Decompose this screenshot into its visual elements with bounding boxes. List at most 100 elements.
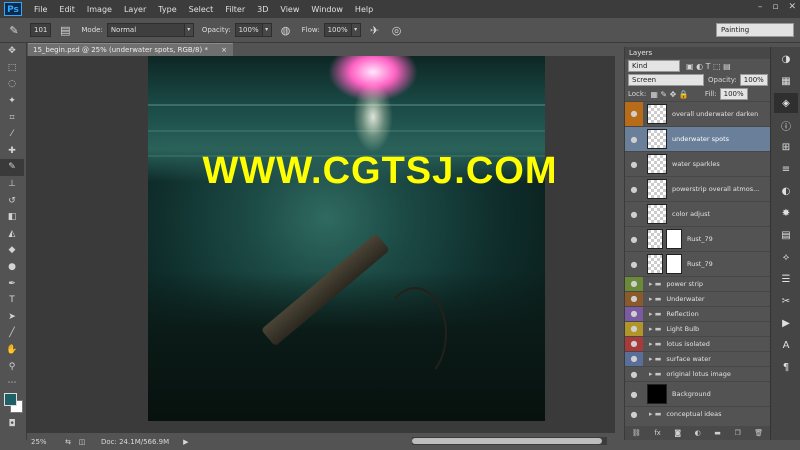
scrollbar-thumb[interactable]	[412, 438, 602, 444]
eye-icon[interactable]: ●	[625, 307, 643, 321]
more-tools-icon[interactable]: ⋯	[0, 375, 24, 392]
brush-tool-icon[interactable]: ✎	[0, 159, 24, 176]
menu-type[interactable]: Type	[152, 5, 182, 14]
paths-panel-icon[interactable]: ⟡	[774, 247, 798, 267]
character-panel-icon[interactable]: A	[774, 335, 798, 355]
menu-filter[interactable]: Filter	[219, 5, 251, 14]
filter-icons[interactable]: ▣ ◐ T ⬚ ▤	[686, 62, 731, 71]
brush-tool-icon[interactable]: ✎	[6, 22, 22, 38]
group-row[interactable]: ● ▸ ▬ Underwater	[625, 291, 770, 306]
group-row[interactable]: ● ▸ ▬ power strip	[625, 276, 770, 291]
menu-help[interactable]: Help	[349, 5, 379, 14]
group-row[interactable]: ● ▸ ▬ original lotus image	[625, 366, 770, 381]
history-brush-tool-icon[interactable]: ↺	[0, 192, 24, 209]
eye-icon[interactable]: ●	[625, 185, 643, 194]
close-icon[interactable]: ×	[221, 44, 227, 56]
menu-select[interactable]: Select	[183, 5, 220, 14]
dodge-tool-icon[interactable]: ●	[0, 259, 24, 276]
group-row[interactable]: ● ▸ ▬ surface water	[625, 351, 770, 366]
menu-image[interactable]: Image	[81, 5, 118, 14]
eye-icon[interactable]: ●	[625, 322, 643, 336]
channels-panel-icon[interactable]: ▤	[774, 225, 798, 245]
paint-bucket-tool-icon[interactable]: ◭	[0, 226, 24, 243]
link-icon[interactable]: ⛓	[632, 429, 641, 437]
document-tab[interactable]: 15_begin.psd @ 25% (underwater spots, RG…	[28, 43, 233, 56]
mask-icon[interactable]: ◙	[674, 429, 681, 437]
zoom-tool-icon[interactable]: ⚲	[0, 358, 24, 375]
folder-icon[interactable]: ▸ ▬	[649, 325, 661, 333]
foreground-color-swatch[interactable]	[4, 393, 17, 407]
hand-tool-icon[interactable]: ✋	[0, 342, 24, 359]
mode-select[interactable]: Normal	[106, 23, 185, 37]
history-panel-icon[interactable]: ⊞	[774, 137, 798, 157]
flow-field[interactable]: 100%	[323, 23, 352, 37]
layers-tab[interactable]: Layers	[625, 47, 770, 59]
opacity-field[interactable]: 100%	[739, 74, 768, 86]
folder-icon[interactable]: ▬	[714, 429, 721, 437]
quick-mask-icon[interactable]: ◘	[0, 415, 24, 432]
folder-icon[interactable]: ▸ ▬	[649, 310, 661, 318]
zoom-level[interactable]: 25%	[27, 438, 61, 446]
color-swatches[interactable]	[0, 391, 24, 415]
layer-row-selected[interactable]: ● underwater spots	[625, 126, 770, 151]
menu-layer[interactable]: Layer	[118, 5, 152, 14]
folder-icon[interactable]: ▸ ▬	[649, 410, 661, 418]
eyedropper-tool-icon[interactable]: ⁄	[0, 126, 24, 143]
blur-tool-icon[interactable]: ◆	[0, 242, 24, 259]
eye-icon[interactable]: ●	[625, 102, 643, 126]
lock-icons[interactable]: ▦ ✎ ✥ 🔒	[650, 90, 689, 99]
brush-presets-icon[interactable]: ≡	[774, 159, 798, 179]
info-icon[interactable]: ◫	[75, 438, 89, 446]
chevron-down-icon[interactable]: ▾	[350, 23, 361, 37]
line-tool-icon[interactable]: ╱	[0, 325, 24, 342]
adjustment-icon[interactable]: ◐	[695, 429, 701, 437]
opacity-field[interactable]: 100%	[234, 23, 263, 37]
fx-icon[interactable]: fx	[654, 429, 661, 437]
layer-row[interactable]: ● color adjust	[625, 201, 770, 226]
eye-icon[interactable]: ●	[625, 370, 643, 379]
layer-row[interactable]: ● Rust_79	[625, 226, 770, 251]
properties-panel-icon[interactable]: ☰	[774, 269, 798, 289]
tool-presets-icon[interactable]: ✂	[774, 291, 798, 311]
menu-edit[interactable]: Edit	[53, 5, 81, 14]
healing-brush-tool-icon[interactable]: ✚	[0, 143, 24, 160]
eye-icon[interactable]: ●	[625, 235, 643, 244]
eye-icon[interactable]: ●	[625, 160, 643, 169]
eye-icon[interactable]: ●	[625, 260, 643, 269]
maximize-button[interactable]: ▫	[772, 2, 778, 12]
menu-3d[interactable]: 3D	[251, 5, 274, 14]
adjustments-panel-icon[interactable]: ◐	[774, 181, 798, 201]
group-row[interactable]: ● ▸ ▬ lotus isolated	[625, 336, 770, 351]
folder-icon[interactable]: ▸ ▬	[649, 295, 661, 303]
eye-icon[interactable]: ●	[625, 352, 643, 366]
info-panel-icon[interactable]: ⓘ	[774, 115, 798, 135]
canvas-area[interactable]	[27, 56, 615, 433]
menu-file[interactable]: File	[28, 5, 53, 14]
crop-tool-icon[interactable]: ⌗	[0, 109, 24, 126]
type-tool-icon[interactable]: T	[0, 292, 24, 309]
menu-view[interactable]: View	[274, 5, 305, 14]
path-select-tool-icon[interactable]: ➤	[0, 309, 24, 326]
actions-panel-icon[interactable]: ▶	[774, 313, 798, 333]
eye-icon[interactable]: ●	[625, 277, 643, 291]
eraser-tool-icon[interactable]: ◧	[0, 209, 24, 226]
eye-icon[interactable]: ●	[625, 337, 643, 351]
folder-icon[interactable]: ▸ ▬	[649, 355, 661, 363]
pressure-size-icon[interactable]: ◎	[389, 22, 405, 38]
layer-row[interactable]: ● powerstrip overall atmos...	[625, 176, 770, 201]
group-row[interactable]: ● ▸ ▬ conceptual ideas	[625, 406, 770, 421]
quick-select-tool-icon[interactable]: ✦	[0, 93, 24, 110]
paragraph-panel-icon[interactable]: ¶	[774, 357, 798, 377]
brush-panel-icon[interactable]: ▤	[57, 22, 73, 38]
styles-panel-icon[interactable]: ✸	[774, 203, 798, 223]
new-layer-icon[interactable]: ❐	[734, 429, 740, 437]
group-row[interactable]: ● ▸ ▬ Reflection	[625, 306, 770, 321]
layer-row[interactable]: ● Rust_79	[625, 251, 770, 276]
layer-row[interactable]: ● overall underwater darken	[625, 101, 770, 126]
group-row[interactable]: ● ▸ ▬ Light Bulb	[625, 321, 770, 336]
status-menu-icon[interactable]: ▶	[183, 438, 188, 446]
blend-mode-select[interactable]: Screen	[628, 74, 704, 86]
marquee-tool-icon[interactable]: ⬚	[0, 60, 24, 77]
minimize-button[interactable]: –	[758, 2, 763, 12]
move-tool-icon[interactable]: ✥	[0, 43, 24, 60]
